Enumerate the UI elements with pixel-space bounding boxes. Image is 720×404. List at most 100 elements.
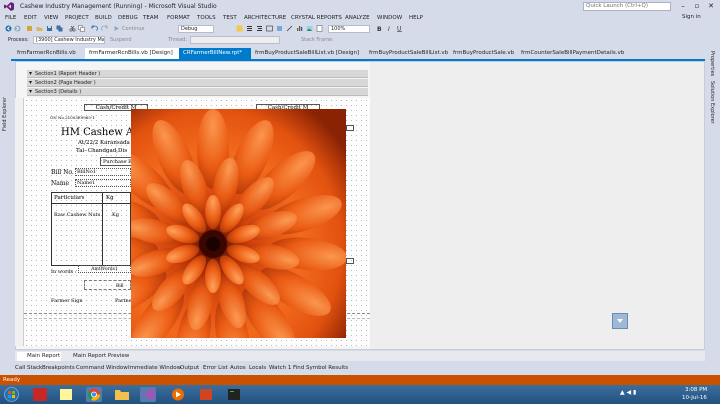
maximize-button[interactable]: ▫ [690, 1, 704, 12]
column-particulars[interactable]: Particulars [54, 195, 84, 201]
insert-picture-icon[interactable] [306, 25, 313, 32]
partner-sign-label[interactable]: Partne [115, 298, 132, 304]
menu-architecture[interactable]: ARCHITECTURE [244, 15, 286, 21]
menu-project[interactable]: PROJECT [65, 15, 89, 21]
insert-subreport-icon[interactable] [316, 25, 323, 32]
column-kg[interactable]: Kg [106, 195, 114, 201]
minimize-button[interactable]: – [676, 1, 690, 12]
tab-frmbuyproductsale-vb[interactable]: frmBuyProductSale.vb [449, 48, 517, 59]
menu-edit[interactable]: EDIT [24, 15, 37, 21]
insert-text-icon[interactable] [266, 25, 273, 32]
save-icon[interactable] [46, 25, 53, 32]
forward-icon[interactable] [14, 25, 21, 32]
thread-select[interactable] [190, 36, 280, 44]
process-select[interactable]: [3900] Cashew Industry Managem [33, 36, 105, 44]
clock-time[interactable]: 3:08 PM [685, 387, 707, 393]
menu-team[interactable]: TEAM [143, 15, 158, 21]
insert-box-icon[interactable] [276, 25, 283, 32]
properties-tab[interactable]: Properties [709, 51, 715, 76]
address-line-2[interactable]: Tal- Chandgad,Dis [76, 148, 127, 154]
save-all-icon[interactable] [56, 25, 63, 32]
close-button[interactable]: ✕ [704, 1, 718, 12]
chrome-icon[interactable] [86, 387, 102, 402]
menu-window[interactable]: WINDOW [377, 15, 402, 21]
in-words-label[interactable]: In words : [51, 269, 77, 275]
tab-find-symbol-results[interactable]: Find Symbol Results [293, 365, 348, 371]
menu-format[interactable]: FORMAT [167, 15, 190, 21]
back-icon[interactable] [5, 25, 12, 32]
suspend-button[interactable]: Suspend [110, 37, 132, 43]
menu-help[interactable]: HELP [409, 15, 423, 21]
section-page-header[interactable]: Section2 (Page Header ) [27, 79, 368, 87]
find-icon[interactable] [236, 25, 243, 32]
copy-icon[interactable] [78, 25, 85, 32]
bold-icon[interactable]: B [376, 25, 383, 32]
tab-main-report[interactable]: Main Report [17, 352, 61, 361]
powerpoint-icon[interactable] [198, 387, 214, 402]
continue-icon[interactable] [113, 25, 120, 32]
report-picture-object[interactable] [131, 109, 346, 338]
sign-in-link[interactable]: Sign in [682, 14, 701, 20]
registration-number[interactable]: GN No.21003E9965-1 [50, 115, 95, 120]
italic-icon[interactable]: I [386, 25, 393, 32]
tab-immediate-window[interactable]: Immediate Window [128, 365, 181, 371]
row-item-kg[interactable]: Kg [112, 212, 119, 218]
scroll-to-bottom-button[interactable] [612, 313, 628, 329]
align-icon[interactable] [256, 25, 263, 32]
solution-config-select[interactable]: Debug [178, 25, 214, 33]
menu-debug[interactable]: DEBUG [118, 15, 138, 21]
tab-main-report-preview[interactable]: Main Report Preview [63, 352, 137, 361]
amount-words-field[interactable]: AmtWords1 [78, 265, 131, 273]
quick-launch-input[interactable]: Quick Launch (Ctrl+Q) [583, 2, 671, 11]
insert-chart-icon[interactable] [296, 25, 303, 32]
menu-build[interactable]: BUILD [95, 15, 112, 21]
address-line-1[interactable]: At/22/2 Karansada M [78, 140, 137, 146]
redo-icon[interactable] [101, 25, 108, 32]
media-player-icon[interactable] [170, 387, 186, 402]
tab-error-list[interactable]: Error List [203, 365, 228, 371]
continue-button[interactable]: Continue [122, 26, 144, 32]
system-tray[interactable]: ▲ ◀ ▮ [620, 389, 636, 396]
section-report-header[interactable]: Section1 (Report Header ) [27, 70, 368, 78]
tab-frmfarmerrcnbills-design[interactable]: frmFarmerRcnBills.vb [Design] [85, 48, 179, 59]
row-item-name[interactable]: Raw Cashew Nuts [54, 212, 100, 218]
zoom-select[interactable]: 100% [328, 25, 370, 33]
bill-box[interactable] [84, 280, 131, 290]
menu-analyze[interactable]: ANALYZE [345, 15, 370, 21]
name-field[interactable]: Name1 [75, 179, 131, 187]
tab-frmbuyproductsalebilllist-design[interactable]: frmBuyProductSaleBillList.vb [Design] [251, 48, 361, 59]
menu-view[interactable]: VIEW [44, 15, 58, 21]
bill-no-label[interactable]: Bill No. [51, 169, 74, 176]
sticky-app-icon[interactable] [58, 387, 74, 402]
tab-breakpoints[interactable]: Breakpoints [42, 365, 75, 371]
menu-crystal-reports[interactable]: CRYSTAL REPORTS [291, 15, 342, 21]
menu-file[interactable]: FILE [5, 15, 16, 21]
name-label[interactable]: Name [51, 180, 69, 187]
field-explorer-tab[interactable]: Field Explorer [2, 97, 8, 131]
cut-icon[interactable] [69, 25, 76, 32]
tab-autos[interactable]: Autos [230, 365, 246, 371]
tab-call-stack[interactable]: Call Stack [15, 365, 42, 371]
tab-locals[interactable]: Locals [249, 365, 266, 371]
clock-date[interactable]: 10-Jul-16 [682, 395, 707, 401]
undo-icon[interactable] [91, 25, 98, 32]
menu-test[interactable]: TEST [223, 15, 237, 21]
section-details[interactable]: Section3 (Details ) [27, 88, 368, 96]
farmer-sign-label[interactable]: Farmer Sign [51, 298, 83, 304]
menu-tools[interactable]: TOOLS [197, 15, 216, 21]
file-explorer-icon[interactable] [114, 387, 130, 402]
purchase-bill-label[interactable]: Purchase B [100, 157, 134, 166]
huawei-app-icon[interactable] [32, 387, 48, 402]
tab-crfarmerbillnew-rpt[interactable]: CRFarmerBillNew.rpt* [179, 48, 251, 59]
tab-frmfarmerrcnbills-vb[interactable]: frmFarmerRcnBills.vb [13, 48, 85, 59]
tab-watch-1[interactable]: Watch 1 [269, 365, 291, 371]
tab-command-window[interactable]: Command Window [76, 365, 128, 371]
underline-icon[interactable]: U [396, 25, 403, 32]
insert-line-icon[interactable] [286, 25, 293, 32]
cmd-app-icon[interactable] [226, 387, 242, 402]
visual-studio-taskbar-icon[interactable] [140, 387, 156, 402]
format-icon[interactable] [246, 25, 253, 32]
open-file-icon[interactable] [36, 25, 43, 32]
tab-output[interactable]: Output [180, 365, 199, 371]
tab-frmbuyproductsalebilllist-vb[interactable]: frmBuyProductSaleBillList.vb [365, 48, 449, 59]
